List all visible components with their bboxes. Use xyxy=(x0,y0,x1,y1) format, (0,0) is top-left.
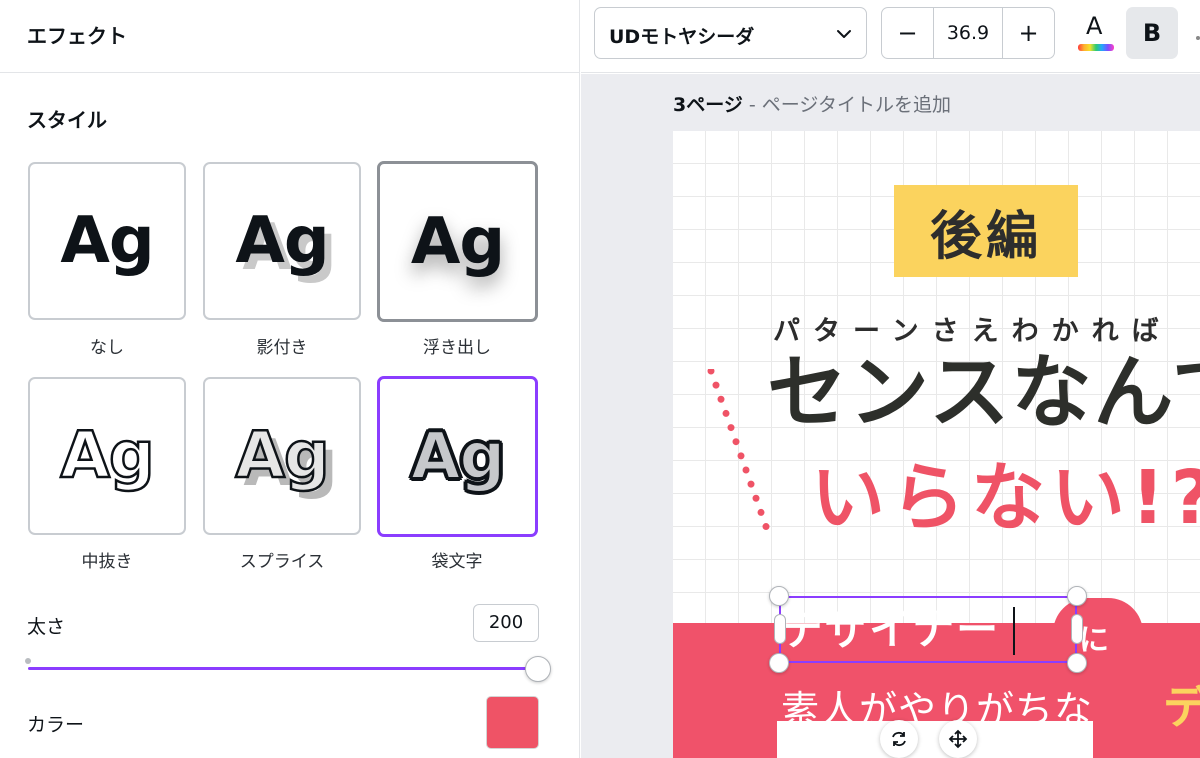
style-section-title: スタイル xyxy=(27,108,107,132)
design-white-box[interactable] xyxy=(777,721,1093,758)
effects-panel-header: エフェクト xyxy=(0,0,580,73)
thickness-label: 太さ xyxy=(27,616,66,638)
text-cursor xyxy=(1013,607,1015,655)
design-tag[interactable]: 後編 xyxy=(894,185,1078,277)
effects-panel: エフェクト スタイル Ag なし Ag 影付き Ag 浮き出し Ag 中抜き A… xyxy=(0,0,580,758)
text-color-icon: A xyxy=(1086,12,1103,40)
style-sample-text: Ag xyxy=(60,204,154,278)
page-title-separator: - xyxy=(742,94,762,116)
style-sample-text: Ag xyxy=(410,204,505,279)
resize-handle-left[interactable] xyxy=(774,614,786,644)
style-option-hollow[interactable]: Ag xyxy=(28,377,186,535)
text-color-button[interactable]: A xyxy=(1074,10,1118,58)
resize-handle-top-right[interactable] xyxy=(1067,586,1087,606)
style-label-outline: 袋文字 xyxy=(431,552,483,572)
style-option-outline[interactable]: Ag xyxy=(377,376,538,537)
thickness-slider-track[interactable] xyxy=(28,667,538,670)
panel-title: エフェクト xyxy=(27,24,127,48)
style-label-hollow: 中抜き xyxy=(81,552,133,572)
style-option-lift[interactable]: Ag xyxy=(377,161,538,322)
design-subheading[interactable]: パターンさえわかれば xyxy=(773,309,1172,348)
style-sample-text: Ag xyxy=(59,419,156,493)
design-band-particle[interactable]: に xyxy=(1079,615,1109,659)
style-label-lift: 浮き出し xyxy=(423,338,491,358)
style-sample-text: Ag xyxy=(410,419,506,494)
rotate-arrows-icon xyxy=(892,731,906,747)
font-family-select[interactable]: UDモトヤシーダ xyxy=(594,7,867,59)
move-icon[interactable] xyxy=(939,720,977,758)
style-sample-text: Ag xyxy=(235,204,329,278)
move-arrows-icon xyxy=(948,729,968,749)
page-title-bar[interactable]: 3ページ - ページタイトルを追加 xyxy=(673,90,951,117)
design-band-accent[interactable]: デ xyxy=(1163,671,1200,737)
text-selection-frame xyxy=(779,596,1077,663)
bold-button[interactable]: B xyxy=(1126,7,1178,59)
design-headline-accent[interactable]: いらない!? xyxy=(811,461,1200,535)
design-page[interactable]: 後編 パターンさえわかれば センスなんて いらない!? デザイナー に 素人がや… xyxy=(673,131,1200,758)
style-option-shadow[interactable]: Ag xyxy=(203,162,361,320)
more-options-icon[interactable] xyxy=(1196,36,1200,40)
color-swatch[interactable] xyxy=(486,696,539,749)
resize-handle-bottom-right[interactable] xyxy=(1067,653,1087,673)
chevron-down-icon xyxy=(837,30,851,38)
decrease-font-size-button[interactable]: − xyxy=(882,8,934,58)
style-sample-text: Ag xyxy=(234,419,331,493)
color-label: カラー xyxy=(27,714,85,736)
rainbow-bar-icon xyxy=(1078,44,1114,51)
style-option-splice[interactable]: Ag xyxy=(203,377,361,535)
style-label-none: なし xyxy=(90,338,124,358)
font-size-stepper: − 36.9 + xyxy=(881,7,1055,59)
style-label-splice: スプライス xyxy=(239,552,325,572)
style-option-none[interactable]: Ag xyxy=(28,162,186,320)
rotate-icon[interactable] xyxy=(880,720,918,758)
slider-start-marker xyxy=(25,658,31,664)
thickness-slider-thumb[interactable] xyxy=(525,656,551,682)
style-label-shadow: 影付き xyxy=(256,338,308,358)
page-number: 3ページ xyxy=(673,94,743,116)
page-title-placeholder: ページタイトルを追加 xyxy=(761,94,952,116)
resize-handle-right[interactable] xyxy=(1071,614,1083,644)
font-family-value: UDモトヤシーダ xyxy=(609,26,755,48)
resize-handle-bottom-left[interactable] xyxy=(769,653,789,673)
thickness-input[interactable]: 200 xyxy=(473,604,539,642)
resize-handle-top-left[interactable] xyxy=(769,586,789,606)
font-size-input[interactable]: 36.9 xyxy=(934,8,1002,58)
design-headline[interactable]: センスなんて xyxy=(767,353,1200,433)
increase-font-size-button[interactable]: + xyxy=(1002,8,1054,58)
